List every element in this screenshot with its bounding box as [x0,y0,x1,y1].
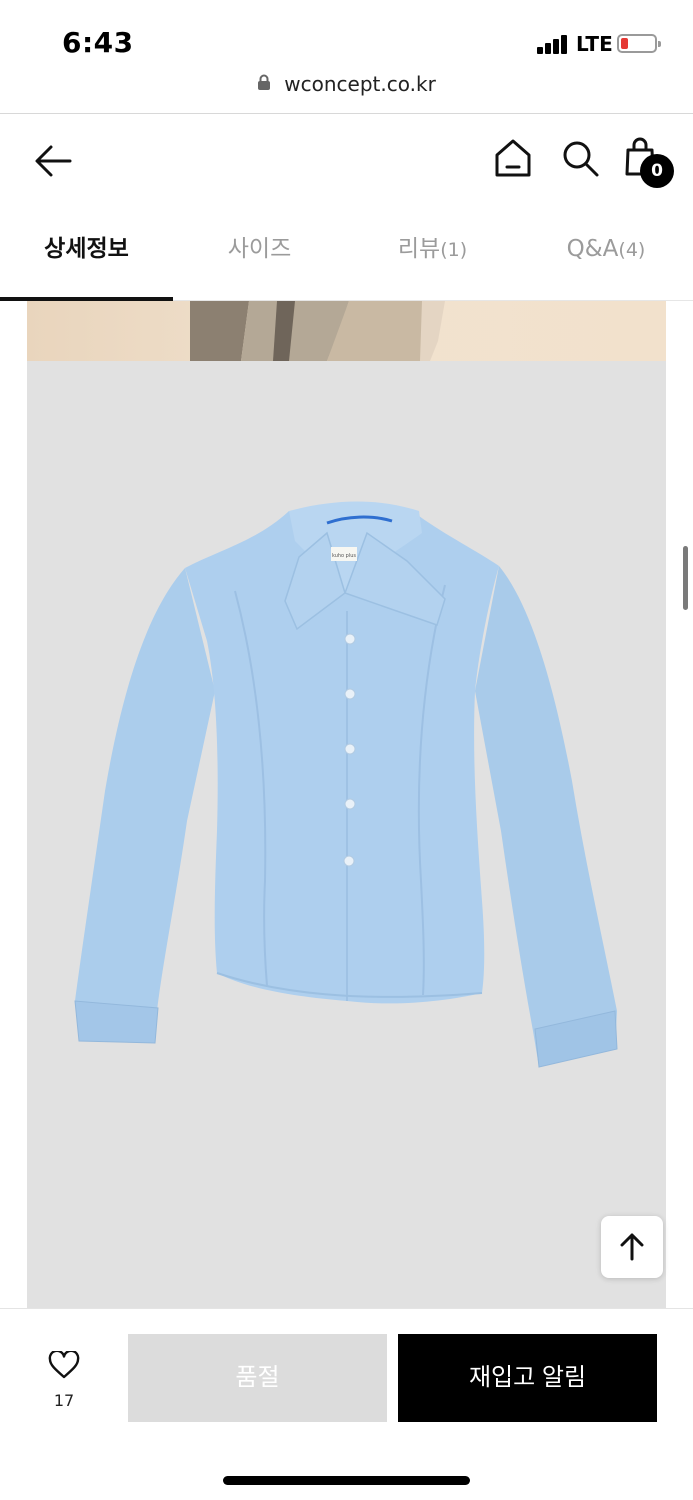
tab-reviews[interactable]: 리뷰(1) [346,206,519,301]
tab-count: (1) [440,239,468,261]
search-icon[interactable] [558,136,604,182]
tab-label: 상세정보 [44,236,129,262]
restock-alert-button[interactable]: 재입고 알림 [398,1334,657,1422]
cart-count-badge: 0 [640,154,674,188]
signal-strength-icon [537,34,569,54]
battery-icon [617,34,661,53]
like-count: 17 [53,1391,75,1410]
lock-icon [257,74,271,94]
home-icon[interactable] [490,136,536,182]
tab-count: (4) [618,239,646,261]
garment-label-text: kuho plus [332,553,356,559]
heart-icon [48,1351,80,1379]
address-bar[interactable]: wconcept.co.kr [0,72,693,104]
previous-product-photo [27,301,666,361]
detail-tabs: 상세정보 사이즈 리뷰(1) Q&A(4) [0,206,693,301]
status-time: 6:43 [62,26,134,59]
home-indicator[interactable] [223,1476,470,1485]
tab-size[interactable]: 사이즈 [173,206,346,301]
network-type: LTE [576,32,613,56]
scrollbar[interactable] [683,546,688,610]
tab-label: Q&A [566,236,619,262]
scroll-to-top-button[interactable] [601,1216,663,1278]
product-photo: kuho plus [27,361,666,1308]
tab-qna[interactable]: Q&A(4) [519,206,693,301]
bottom-action-bar: 17 품절 재입고 알림 [0,1308,693,1500]
url-text: wconcept.co.kr [284,72,436,96]
tab-label: 리뷰 [397,236,441,262]
sold-out-button[interactable]: 품절 [128,1334,387,1422]
status-bar: 6:43 LTE [0,0,693,70]
tab-label: 사이즈 [227,236,292,262]
product-detail-content[interactable]: kuho plus [0,301,693,1308]
app-header [0,114,693,206]
like-button[interactable]: 17 [36,1349,92,1419]
back-arrow-icon[interactable] [30,138,76,184]
tab-details[interactable]: 상세정보 [0,206,173,301]
arrow-up-icon [620,1233,644,1261]
